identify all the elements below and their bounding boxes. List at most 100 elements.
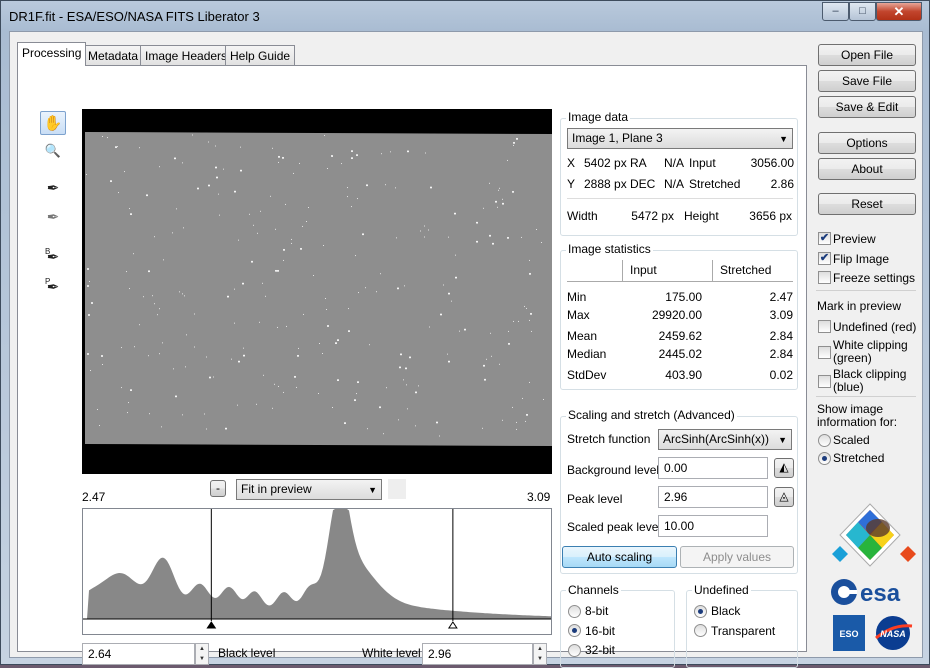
title-bar[interactable]: DR1F.fit - ESA/ESO/NASA FITS Liberator 3… bbox=[1, 1, 929, 31]
histogram[interactable] bbox=[82, 508, 552, 635]
stats-row-stretched: 2.84 bbox=[769, 329, 793, 343]
mark-white-clipping-checkbox[interactable] bbox=[818, 346, 831, 359]
star-dot bbox=[89, 281, 91, 283]
undefined-black-radio[interactable] bbox=[694, 605, 707, 618]
tab-metadata[interactable]: Metadata bbox=[83, 45, 144, 65]
mark-undefined-checkbox[interactable] bbox=[818, 320, 831, 333]
star-dot bbox=[404, 285, 406, 287]
open-file-button[interactable]: Open File bbox=[818, 44, 916, 66]
minimize-button[interactable]: – bbox=[822, 2, 849, 21]
stretched-value: 2.86 bbox=[770, 177, 794, 191]
star-dot bbox=[283, 259, 285, 261]
show-stretched-radio[interactable] bbox=[818, 452, 831, 465]
zoom-select[interactable]: Fit in preview ▼ bbox=[236, 479, 382, 500]
peak-level-input[interactable]: 2.96 bbox=[658, 486, 768, 508]
reset-button[interactable]: Reset bbox=[818, 193, 916, 215]
background-picker-button[interactable]: ◭ bbox=[774, 458, 794, 478]
radio-selected-dot bbox=[572, 628, 577, 633]
image-preview[interactable] bbox=[82, 109, 552, 474]
white-level-label: White level bbox=[362, 646, 421, 660]
star-dot bbox=[356, 393, 358, 395]
x-value: 5402 px bbox=[584, 156, 627, 170]
star-dot bbox=[242, 282, 245, 285]
stretch-function-select[interactable]: ArcSinh(ArcSinh(x)) ▼ bbox=[658, 429, 792, 450]
star-dot bbox=[274, 384, 276, 386]
background-level-input[interactable]: 0.00 bbox=[658, 457, 768, 479]
star-dot bbox=[239, 146, 241, 148]
star-dot bbox=[347, 330, 350, 333]
maximize-button[interactable]: □ bbox=[849, 2, 876, 21]
eyedropper-icon[interactable]: ✒ bbox=[40, 177, 66, 201]
tab-image-headers[interactable]: Image Headers bbox=[140, 45, 233, 65]
plane-select[interactable]: Image 1, Plane 3 ▼ bbox=[567, 128, 793, 149]
star-dot bbox=[117, 192, 119, 194]
star-dot bbox=[296, 354, 299, 357]
tab-help-guide[interactable]: Help Guide bbox=[225, 45, 296, 65]
star-dot bbox=[483, 364, 486, 367]
undefined-transparent-radio[interactable] bbox=[694, 624, 707, 637]
star-dot bbox=[512, 407, 514, 409]
zoom-out-button[interactable]: - bbox=[210, 480, 226, 497]
tab-processing[interactable]: Processing bbox=[17, 42, 87, 66]
star-dot bbox=[256, 232, 258, 234]
star-dot bbox=[259, 210, 261, 212]
mark-black-clipping-checkbox[interactable] bbox=[818, 375, 831, 388]
star-dot bbox=[128, 402, 130, 404]
star-dot bbox=[300, 247, 303, 250]
star-dot bbox=[398, 419, 400, 421]
flip-image-checkbox[interactable]: ✔ bbox=[818, 252, 831, 265]
save-file-button[interactable]: Save File bbox=[818, 70, 916, 92]
white-level-down[interactable]: ▼ bbox=[534, 654, 546, 664]
channel-8bit-radio[interactable] bbox=[568, 605, 581, 618]
options-button[interactable]: Options bbox=[818, 132, 916, 154]
auto-scaling-button[interactable]: Auto scaling bbox=[562, 546, 677, 568]
star-dot bbox=[323, 135, 325, 137]
star-dot bbox=[455, 276, 458, 279]
white-level-spinner[interactable]: ▲ ▼ bbox=[533, 643, 547, 665]
y-label: Y bbox=[567, 177, 576, 191]
star-dot bbox=[90, 369, 92, 371]
scaled-peak-input[interactable]: 10.00 bbox=[658, 515, 768, 537]
star-dot bbox=[321, 352, 323, 354]
zoom-tool-icon[interactable]: 🔍 bbox=[40, 139, 66, 163]
star-dot bbox=[298, 162, 300, 164]
black-level-spinner[interactable]: ▲ ▼ bbox=[195, 643, 209, 665]
plane-select-value: Image 1, Plane 3 bbox=[572, 131, 663, 145]
star-dot bbox=[447, 360, 450, 363]
white-level-up[interactable]: ▲ bbox=[534, 644, 546, 654]
star-dot bbox=[355, 255, 357, 257]
star-dot bbox=[147, 354, 149, 356]
star-dot bbox=[390, 151, 392, 153]
star-dot bbox=[158, 166, 160, 168]
stats-col-stretched: Stretched bbox=[720, 263, 772, 277]
star-dot bbox=[227, 296, 230, 299]
channel-32bit-radio[interactable] bbox=[568, 644, 581, 657]
save-edit-button[interactable]: Save & Edit bbox=[818, 96, 916, 118]
black-level-input[interactable]: 2.64 bbox=[82, 643, 195, 665]
star-dot bbox=[292, 172, 294, 174]
preview-checkbox[interactable]: ✔ bbox=[818, 232, 831, 245]
star-dot bbox=[237, 239, 239, 241]
black-picker-icon[interactable]: B ✒ bbox=[40, 246, 66, 270]
white-level-input[interactable]: 2.96 bbox=[422, 643, 533, 665]
black-level-down[interactable]: ▼ bbox=[196, 654, 208, 664]
star-dot bbox=[162, 259, 164, 261]
black-level-up[interactable]: ▲ bbox=[196, 644, 208, 654]
show-scaled-radio[interactable] bbox=[818, 434, 831, 447]
peak-picker-icon[interactable]: P ✒ bbox=[40, 276, 66, 300]
close-button[interactable]: ✕ bbox=[876, 2, 922, 21]
star-dot bbox=[447, 353, 449, 355]
about-button[interactable]: About bbox=[818, 158, 916, 180]
stats-row-label: Mean bbox=[567, 329, 598, 343]
apply-values-button[interactable]: Apply values bbox=[680, 546, 794, 568]
show-info-line2: information for: bbox=[817, 415, 898, 429]
channel-16bit-radio[interactable] bbox=[568, 624, 581, 637]
star-dot bbox=[489, 235, 492, 238]
hand-tool-icon[interactable]: ✋ bbox=[40, 111, 66, 135]
freeze-settings-checkbox[interactable] bbox=[818, 271, 831, 284]
eyedropper-outline-icon[interactable]: ✒ bbox=[40, 206, 66, 230]
peak-picker-button[interactable]: ◬ bbox=[774, 487, 794, 507]
star-dot bbox=[181, 162, 183, 164]
nasa-logo-text: NASA bbox=[880, 629, 906, 639]
star-dot bbox=[455, 254, 457, 256]
